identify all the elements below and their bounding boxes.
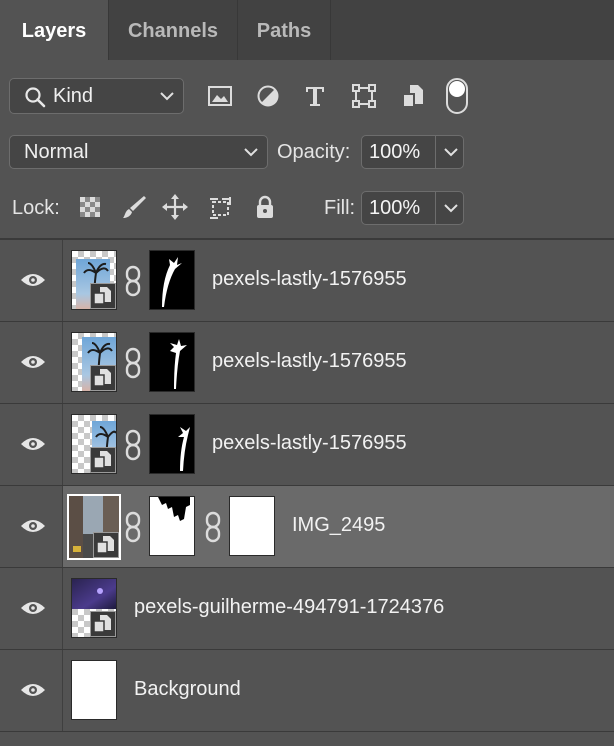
chevron-down-icon [160, 92, 174, 101]
chevron-down-icon[interactable] [443, 146, 459, 158]
fill-field[interactable]: 100% [361, 191, 464, 225]
eye-icon[interactable] [20, 434, 46, 454]
layer-name[interactable]: Background [134, 678, 241, 701]
layer-thumbnail[interactable] [71, 332, 117, 392]
smart-object-badge-icon [93, 532, 119, 558]
layer-name[interactable]: pexels-guilherme-494791-1724376 [134, 596, 444, 619]
layer-thumbnail[interactable] [71, 660, 117, 720]
filter-toggle-switch[interactable] [446, 78, 468, 114]
layer-thumbnail[interactable] [71, 414, 117, 474]
palm-mask-shape [170, 339, 187, 389]
opacity-field[interactable]: 100% [361, 135, 464, 169]
link-chain-icon[interactable] [123, 265, 143, 297]
smart-object-badge-icon [90, 365, 116, 391]
opacity-label: Opacity: [277, 141, 351, 163]
visibility-cell[interactable] [0, 650, 63, 731]
search-icon [25, 87, 46, 108]
link-chain-icon[interactable] [123, 511, 143, 543]
lock-all-icon[interactable] [251, 193, 279, 221]
smart-object-badge-icon [90, 283, 116, 309]
lock-artboard-icon[interactable] [206, 193, 234, 221]
eye-icon[interactable] [20, 270, 46, 290]
layer-row[interactable]: Background [0, 650, 614, 732]
opacity-value[interactable]: 100% [369, 141, 420, 164]
filter-kind-dropdown[interactable]: Kind [9, 78, 184, 114]
lock-label: Lock: [12, 197, 60, 219]
palm-mask-shape [162, 257, 182, 307]
toggle-knob [449, 81, 465, 97]
link-chain-icon[interactable] [123, 347, 143, 379]
image-filter-icon[interactable] [206, 82, 234, 110]
layer-mask-thumbnail[interactable] [149, 414, 195, 474]
eye-icon[interactable] [20, 598, 46, 618]
layer-mask-thumbnail[interactable] [149, 250, 195, 310]
filter-kind-label: Kind [53, 85, 94, 107]
link-chain-icon[interactable] [123, 429, 143, 461]
layer-mask-thumbnail[interactable] [149, 332, 195, 392]
layer-name[interactable]: pexels-lastly-1576955 [212, 268, 407, 291]
layer-thumbnail[interactable] [71, 578, 117, 638]
lock-position-icon[interactable] [161, 193, 189, 221]
blend-mode-dropdown[interactable]: Normal [9, 135, 268, 169]
smart-object-filter-icon[interactable] [399, 82, 427, 110]
shape-filter-icon[interactable] [350, 82, 378, 110]
lock-transparent-pixels-icon[interactable] [76, 193, 104, 221]
layer-thumbnail[interactable] [71, 250, 117, 310]
tab-layers[interactable]: Layers [0, 0, 109, 60]
lock-image-pixels-icon[interactable] [120, 193, 148, 221]
fill-value[interactable]: 100% [369, 197, 420, 220]
tab-paths[interactable]: Paths [238, 0, 331, 60]
layer-name[interactable]: IMG_2495 [292, 514, 385, 537]
layer-name[interactable]: pexels-lastly-1576955 [212, 432, 407, 455]
chevron-down-icon[interactable] [443, 202, 459, 214]
building-mask-shape [158, 497, 190, 521]
layer-row-selected[interactable]: IMG_2495 [0, 486, 614, 568]
layer-row[interactable]: pexels-lastly-1576955 [0, 404, 614, 486]
type-filter-icon[interactable] [301, 82, 329, 110]
layer-thumbnail[interactable] [67, 494, 121, 560]
fill-label: Fill: [324, 197, 356, 219]
layer-row[interactable]: pexels-lastly-1576955 [0, 240, 614, 322]
visibility-cell[interactable] [0, 404, 63, 485]
layer-mask-thumbnail[interactable] [149, 496, 195, 556]
adjustment-filter-icon[interactable] [254, 82, 282, 110]
vector-mask-thumbnail[interactable] [229, 496, 275, 556]
layer-row[interactable]: pexels-lastly-1576955 [0, 322, 614, 404]
smart-object-badge-icon [90, 611, 116, 637]
visibility-cell[interactable] [0, 322, 63, 403]
visibility-cell[interactable] [0, 486, 63, 567]
panel-tab-bar: Layers Channels Paths [0, 0, 614, 60]
chevron-down-icon [244, 148, 258, 157]
eye-icon[interactable] [20, 516, 46, 536]
blend-mode-value: Normal [24, 141, 89, 163]
field-divider [435, 192, 436, 224]
visibility-cell[interactable] [0, 568, 63, 649]
visibility-cell[interactable] [0, 240, 63, 321]
eye-icon[interactable] [20, 680, 46, 700]
palm-mask-shape [178, 427, 190, 471]
smart-object-badge-icon [90, 447, 116, 473]
link-chain-icon[interactable] [203, 511, 223, 543]
layer-name[interactable]: pexels-lastly-1576955 [212, 350, 407, 373]
tab-channels[interactable]: Channels [109, 0, 238, 60]
field-divider [435, 136, 436, 168]
layer-row[interactable]: pexels-guilherme-494791-1724376 [0, 568, 614, 650]
eye-icon[interactable] [20, 352, 46, 372]
